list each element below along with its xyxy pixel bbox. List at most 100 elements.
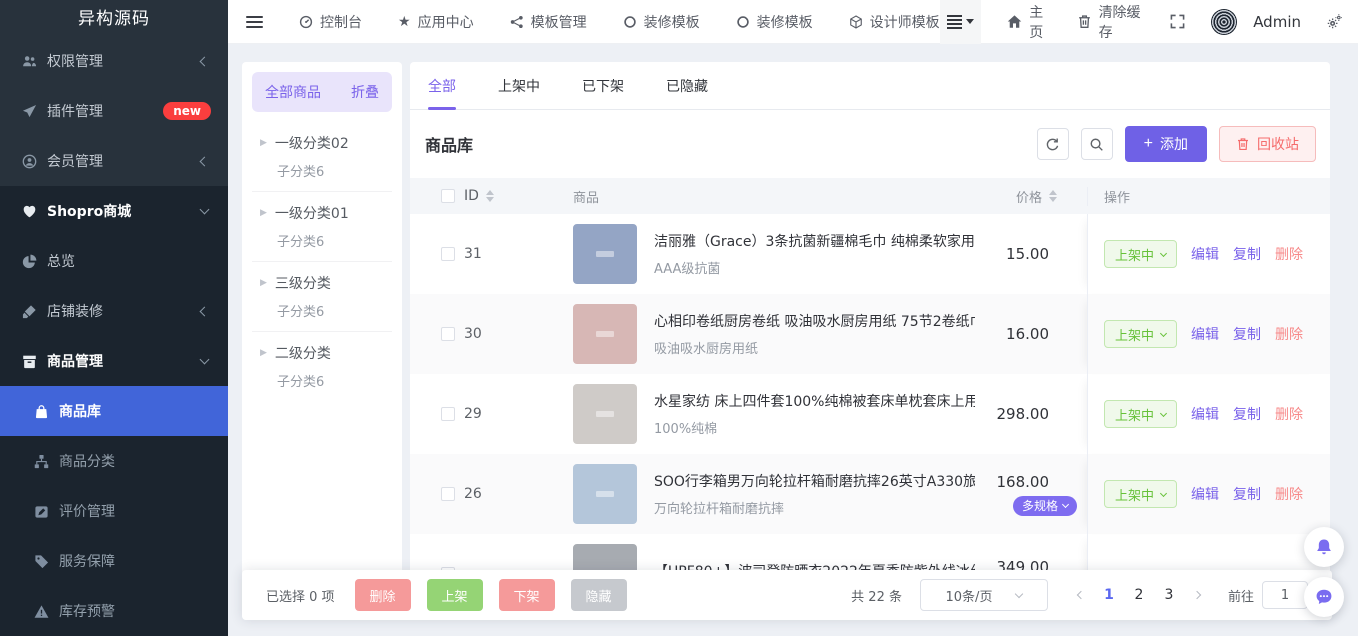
nav-clear-cache-label: 清除缓存 [1099,2,1145,42]
tab-on-sale[interactable]: 上架中 [498,62,540,109]
select-all-checkbox[interactable] [441,189,455,203]
edit-link[interactable]: 编辑 [1191,324,1219,344]
batch-off-sale-button[interactable]: 下架 [499,579,555,611]
status-dropdown-button[interactable]: 上架中 [1104,320,1177,348]
fullscreen-button[interactable] [1170,14,1185,29]
category-subnode[interactable]: 子分类6 [277,371,392,390]
delete-link[interactable]: 删除 [1275,484,1303,504]
delete-link[interactable]: 删除 [1275,324,1303,344]
sidebar-item-product-management[interactable]: 商品管理 [0,336,228,386]
delete-link[interactable]: 删除 [1275,404,1303,424]
goto-page-input[interactable] [1262,581,1308,609]
nav-template-management[interactable]: 模板管理 [510,12,587,32]
layout-menu-dropdown[interactable] [940,0,982,44]
product-thumbnail[interactable] [573,384,637,444]
sidebar-item-stock-warning[interactable]: 库存预警 [0,586,228,636]
nav-decoration-template-2[interactable]: 装修模板 [736,12,813,32]
sort-icon[interactable] [486,190,494,202]
circle-icon [623,15,637,29]
trash-icon [1236,137,1250,151]
settings-button[interactable] [1327,14,1342,29]
multi-spec-dropdown[interactable]: 多规格 [1013,496,1077,516]
tab-hidden[interactable]: 已隐藏 [666,62,708,109]
copy-link[interactable]: 复制 [1233,324,1261,344]
col-id-label[interactable]: ID [464,188,479,204]
sidebar-item-plugins[interactable]: 插件管理 new [0,86,228,136]
chat-button[interactable] [1304,577,1344,617]
sidebar-item-service-guarantee[interactable]: 服务保障 [0,536,228,586]
category-node[interactable]: ▶ 一级分类01 [260,203,392,223]
refresh-button[interactable] [1037,128,1069,160]
nav-clear-cache[interactable]: 清除缓存 [1077,2,1145,42]
nav-console[interactable]: 控制台 [299,12,362,32]
sidebar-item-members[interactable]: 会员管理 [0,136,228,186]
category-panel-title[interactable]: 全部商品 [265,82,321,102]
add-button[interactable]: + 添加 [1125,126,1207,162]
product-title[interactable]: 心相印卷纸厨房卷纸 吸油吸水厨房用纸 75节2卷纸巾... [654,311,975,331]
prev-page-button[interactable] [1077,591,1085,599]
tab-off-sale[interactable]: 已下架 [582,62,624,109]
sidebar-item-permissions[interactable]: 权限管理 [0,36,228,86]
recycle-bin-button[interactable]: 回收站 [1219,126,1316,162]
delete-link[interactable]: 删除 [1275,244,1303,264]
page-2-button[interactable]: 2 [1124,587,1154,603]
col-product-label: 商品 [573,187,599,206]
product-title[interactable]: SOO行李箱男万向轮拉杆箱耐磨抗摔26英寸A330旅... [654,471,975,491]
category-node[interactable]: ▶ 一级分类02 [260,133,392,153]
product-thumbnail[interactable] [573,304,637,364]
product-title[interactable]: 水星家纺 床上四件套100%纯棉被套床单枕套床上用... [654,391,975,411]
status-dropdown-button[interactable]: 上架中 [1104,400,1177,428]
category-name: 三级分类 [275,273,331,293]
edit-link[interactable]: 编辑 [1191,244,1219,264]
app: 异构源码 权限管理 插件管理 new 会员管理 Shopro商城 总览 [0,0,1358,636]
product-title[interactable]: 洁丽雅（Grace）3条抗菌新疆棉毛巾 纯棉柔软家用... [654,231,975,251]
next-page-button[interactable] [1193,591,1201,599]
category-subnode[interactable]: 子分类6 [277,231,392,250]
tab-all[interactable]: 全部 [428,62,456,109]
nav-label: 控制台 [320,12,362,32]
category-subnode[interactable]: 子分类6 [277,301,392,320]
row-checkbox[interactable] [441,247,455,261]
category-subnode[interactable]: 子分类6 [277,161,392,180]
sort-icon[interactable] [1049,190,1057,202]
nav-home[interactable]: 主页 [1007,2,1050,42]
sidebar-item-overview[interactable]: 总览 [0,236,228,286]
nav-app-center[interactable]: ★ 应用中心 [398,12,474,32]
menu-toggle[interactable] [246,13,263,31]
user-menu[interactable]: Admin [1211,9,1301,35]
search-button[interactable] [1081,128,1113,160]
copy-link[interactable]: 复制 [1233,244,1261,264]
col-price-label[interactable]: 价格 [1016,187,1042,206]
row-checkbox[interactable] [441,487,455,501]
copy-link[interactable]: 复制 [1233,404,1261,424]
bell-icon [1315,538,1333,556]
sidebar-item-product-library[interactable]: 商品库 [0,386,228,436]
edit-link[interactable]: 编辑 [1191,404,1219,424]
status-dropdown-button[interactable]: 上架中 [1104,240,1177,268]
row-checkbox[interactable] [441,407,455,421]
edit-link[interactable]: 编辑 [1191,484,1219,504]
product-id: 26 [464,486,482,502]
chevron-left-icon [200,306,210,316]
sidebar-item-shop-decoration[interactable]: 店铺装修 [0,286,228,336]
batch-hide-button[interactable]: 隐藏 [571,579,627,611]
category-node[interactable]: ▶ 三级分类 [260,273,392,293]
notification-button[interactable] [1304,527,1344,567]
product-thumbnail[interactable] [573,464,637,524]
product-thumbnail[interactable] [573,224,637,284]
page-size-select[interactable]: 10条/页 [920,579,1048,611]
sidebar-item-product-categories[interactable]: 商品分类 [0,436,228,486]
collapse-button[interactable]: 折叠 [351,82,379,102]
row-checkbox[interactable] [441,327,455,341]
copy-link[interactable]: 复制 [1233,484,1261,504]
category-node[interactable]: ▶ 二级分类 [260,343,392,363]
status-dropdown-button[interactable]: 上架中 [1104,480,1177,508]
page-1-button[interactable]: 1 [1094,587,1124,603]
page-3-button[interactable]: 3 [1154,587,1184,603]
nav-designer-template[interactable]: 设计师模板 [849,12,940,32]
sidebar-item-shopro[interactable]: Shopro商城 [0,186,228,236]
nav-decoration-template-1[interactable]: 装修模板 [623,12,700,32]
batch-delete-button[interactable]: 删除 [355,579,411,611]
sidebar-item-review-management[interactable]: 评价管理 [0,486,228,536]
batch-on-sale-button[interactable]: 上架 [427,579,483,611]
